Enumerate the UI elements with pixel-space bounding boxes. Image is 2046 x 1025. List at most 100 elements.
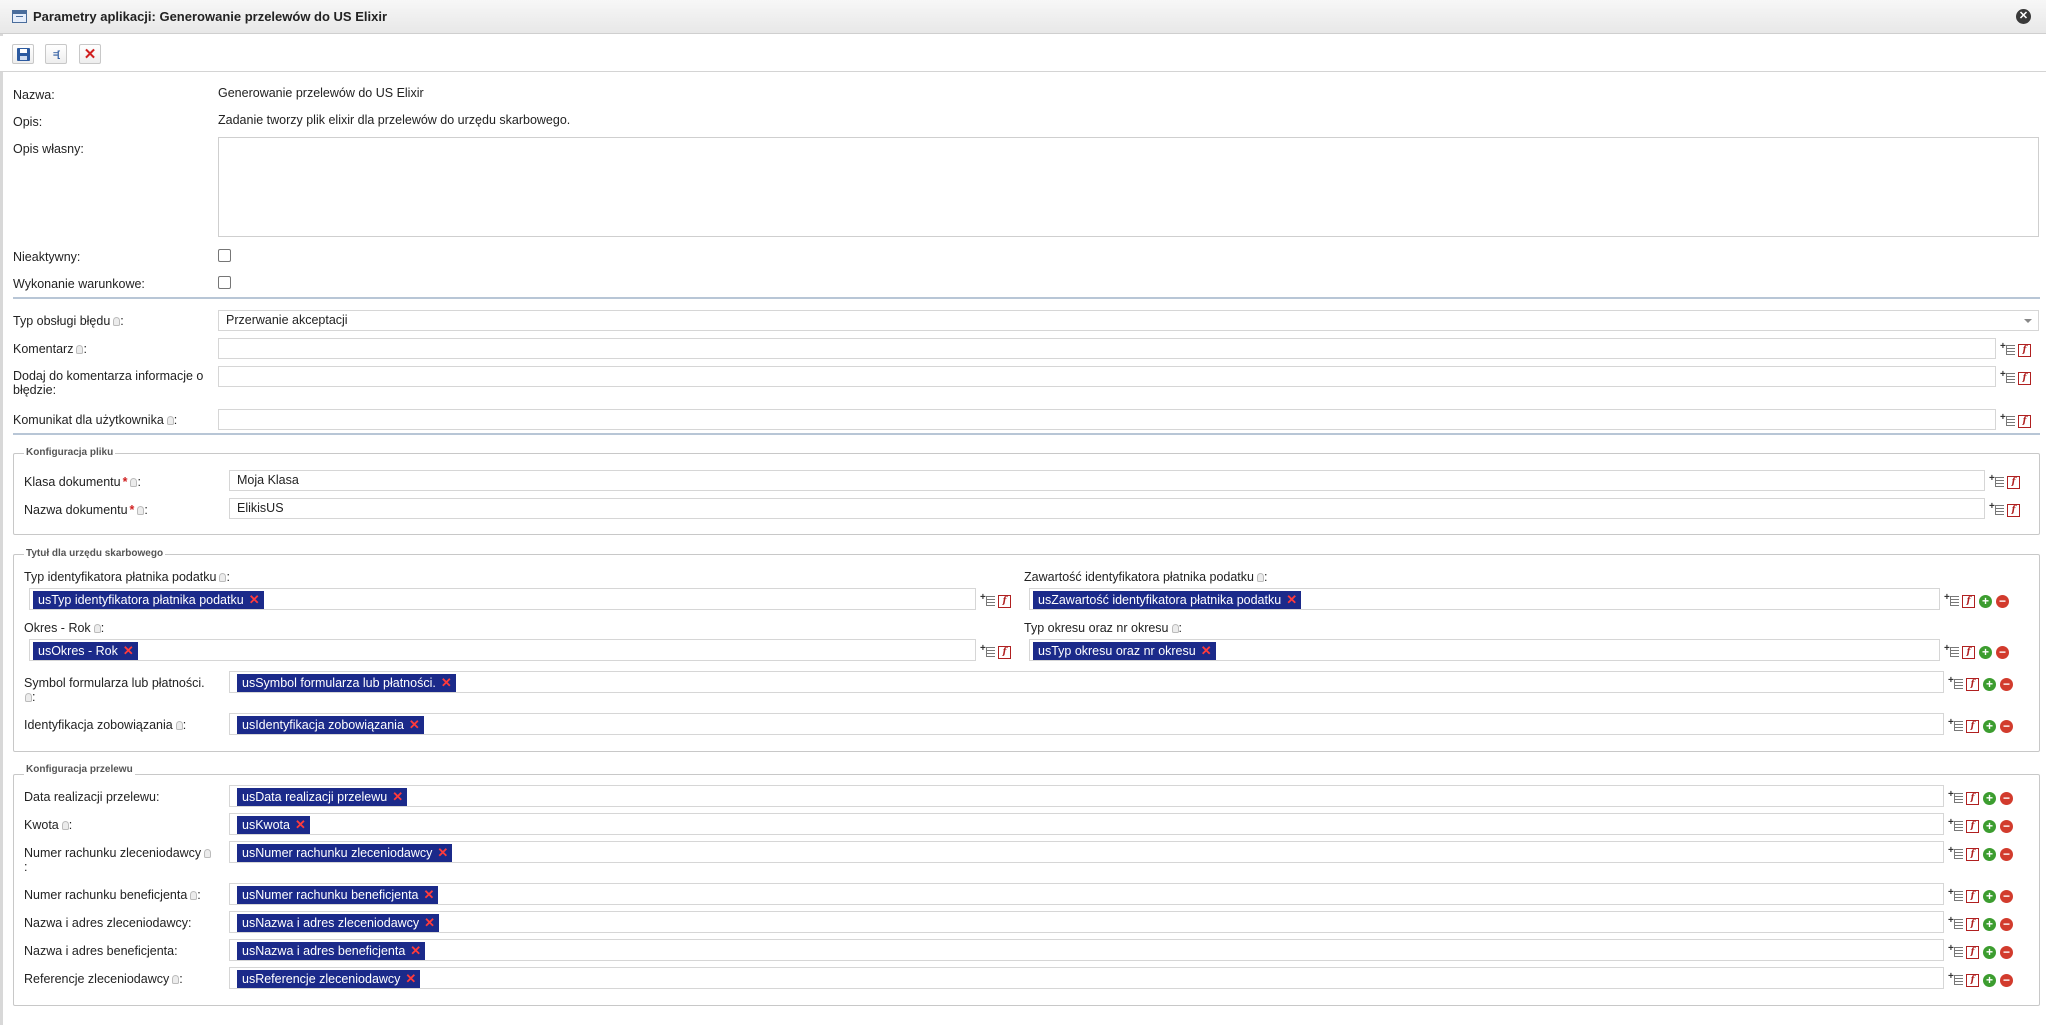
insert-variable-icon[interactable]: [980, 592, 995, 607]
remove-icon[interactable]: −: [1996, 594, 2009, 608]
komentarz-input[interactable]: [218, 338, 1996, 359]
remove-icon[interactable]: −: [2000, 917, 2013, 931]
add-icon[interactable]: +: [1983, 791, 1996, 805]
remove-tag-icon[interactable]: ✕: [405, 970, 416, 988]
add-icon[interactable]: +: [1983, 917, 1996, 931]
insert-variable-icon[interactable]: [2000, 412, 2015, 427]
remove-tag-icon[interactable]: ✕: [424, 886, 435, 904]
remove-icon[interactable]: −: [2000, 791, 2013, 805]
function-icon[interactable]: f: [998, 594, 1011, 608]
add-icon[interactable]: +: [1983, 719, 1996, 733]
nazwa-zleceniodawcy-field[interactable]: usNazwa i adres zleceniodawcy ✕: [229, 911, 1944, 933]
remove-icon[interactable]: −: [1996, 645, 2009, 659]
remove-icon[interactable]: −: [2000, 973, 2013, 987]
referencje-label: Referencje zleceniodawcy:: [24, 972, 183, 986]
save-button[interactable]: [12, 44, 34, 64]
insert-variable-icon[interactable]: [1989, 473, 2004, 488]
function-icon[interactable]: f: [998, 645, 1011, 659]
nazwa-beneficjenta-field[interactable]: usNazwa i adres beneficjenta ✕: [229, 939, 1944, 961]
wykonanie-checkbox[interactable]: [218, 276, 231, 289]
remove-tag-icon[interactable]: ✕: [249, 591, 260, 609]
remove-tag-icon[interactable]: ✕: [295, 816, 306, 834]
function-icon[interactable]: f: [1966, 889, 1979, 903]
add-icon[interactable]: +: [1983, 847, 1996, 861]
insert-variable-icon[interactable]: [2000, 369, 2015, 384]
function-icon[interactable]: f: [1962, 645, 1975, 659]
remove-tag-icon[interactable]: ✕: [123, 642, 134, 660]
remove-icon[interactable]: −: [2000, 847, 2013, 861]
opis-wlasny-textarea[interactable]: [218, 137, 2039, 237]
insert-variable-icon[interactable]: [1948, 675, 1963, 690]
function-icon[interactable]: f: [2018, 343, 2031, 357]
insert-variable-icon[interactable]: [1948, 717, 1963, 732]
add-icon[interactable]: +: [1983, 677, 1996, 691]
insert-variable-icon[interactable]: [1989, 501, 2004, 516]
typ-okresu-label: Typ okresu oraz nr okresu:: [1024, 621, 1182, 635]
insert-variable-icon[interactable]: [1948, 943, 1963, 958]
klasa-dokumentu-input[interactable]: Moja Klasa: [229, 470, 1985, 491]
remove-icon[interactable]: −: [2000, 677, 2013, 691]
cancel-button[interactable]: ✕: [79, 44, 101, 64]
remove-icon[interactable]: −: [2000, 719, 2013, 733]
function-icon[interactable]: f: [1966, 719, 1979, 733]
remove-tag-icon[interactable]: ✕: [392, 788, 403, 806]
function-icon[interactable]: f: [1962, 594, 1975, 608]
nazwa-dokumentu-input[interactable]: ElikisUS: [229, 498, 1985, 519]
zawartosc-identyfikatora-field[interactable]: usZawartość identyfikatora płatnika poda…: [1029, 588, 1940, 610]
referencje-field[interactable]: usReferencje zleceniodawcy ✕: [229, 967, 1944, 989]
add-icon[interactable]: +: [1979, 594, 1992, 608]
insert-variable-icon[interactable]: [1948, 887, 1963, 902]
remove-icon[interactable]: −: [2000, 889, 2013, 903]
typ-identyfikatora-field[interactable]: usTyp identyfikatora płatnika podatku ✕: [29, 588, 976, 610]
remove-tag-icon[interactable]: ✕: [409, 716, 420, 734]
komunikat-input[interactable]: [218, 409, 1996, 430]
nieaktywny-checkbox[interactable]: [218, 249, 231, 262]
function-icon[interactable]: f: [1966, 847, 1979, 861]
dodaj-komentarz-input[interactable]: [218, 366, 1996, 387]
section-divider: [13, 433, 2040, 435]
add-icon[interactable]: +: [1979, 645, 1992, 659]
identyfikacja-zobowiazania-field[interactable]: usIdentyfikacja zobowiązania ✕: [229, 713, 1944, 735]
remove-tag-icon[interactable]: ✕: [1286, 591, 1297, 609]
insert-variable-icon[interactable]: [1944, 643, 1959, 658]
remove-icon[interactable]: −: [2000, 945, 2013, 959]
typ-obslugi-select[interactable]: Przerwanie akceptacji: [218, 310, 2039, 331]
save-and-close-button[interactable]: ≡[: [45, 44, 67, 64]
insert-variable-icon[interactable]: [1948, 971, 1963, 986]
insert-variable-icon[interactable]: [1948, 915, 1963, 930]
function-icon[interactable]: f: [2007, 475, 2020, 489]
numer-zleceniodawcy-field[interactable]: usNumer rachunku zleceniodawcy ✕: [229, 841, 1944, 863]
function-icon[interactable]: f: [1966, 973, 1979, 987]
data-realizacji-field[interactable]: usData realizacji przelewu ✕: [229, 785, 1944, 807]
remove-tag-icon[interactable]: ✕: [1201, 642, 1212, 660]
insert-variable-icon[interactable]: [1948, 789, 1963, 804]
insert-variable-icon[interactable]: [980, 643, 995, 658]
function-icon[interactable]: f: [1966, 791, 1979, 805]
add-icon[interactable]: +: [1983, 889, 1996, 903]
add-icon[interactable]: +: [1983, 819, 1996, 833]
insert-variable-icon[interactable]: [1948, 817, 1963, 832]
remove-icon[interactable]: −: [2000, 819, 2013, 833]
numer-beneficjenta-field[interactable]: usNumer rachunku beneficjenta ✕: [229, 883, 1944, 905]
function-icon[interactable]: f: [2018, 371, 2031, 385]
function-icon[interactable]: f: [1966, 917, 1979, 931]
close-window-button[interactable]: ✕: [2016, 9, 2031, 24]
add-icon[interactable]: +: [1983, 945, 1996, 959]
function-icon[interactable]: f: [1966, 945, 1979, 959]
function-icon[interactable]: f: [2018, 414, 2031, 428]
remove-tag-icon[interactable]: ✕: [410, 942, 421, 960]
add-icon[interactable]: +: [1983, 973, 1996, 987]
kwota-field[interactable]: usKwota ✕: [229, 813, 1944, 835]
remove-tag-icon[interactable]: ✕: [437, 844, 448, 862]
insert-variable-icon[interactable]: [1948, 845, 1963, 860]
remove-tag-icon[interactable]: ✕: [441, 674, 452, 692]
insert-variable-icon[interactable]: [1944, 592, 1959, 607]
insert-variable-icon[interactable]: [2000, 341, 2015, 356]
symbol-formularza-field[interactable]: usSymbol formularza lub płatności. ✕: [229, 671, 1944, 693]
function-icon[interactable]: f: [1966, 677, 1979, 691]
function-icon[interactable]: f: [1966, 819, 1979, 833]
function-icon[interactable]: f: [2007, 503, 2020, 517]
remove-tag-icon[interactable]: ✕: [424, 914, 435, 932]
typ-okresu-field[interactable]: usTyp okresu oraz nr okresu ✕: [1029, 639, 1940, 661]
okres-rok-field[interactable]: usOkres - Rok ✕: [29, 639, 976, 661]
